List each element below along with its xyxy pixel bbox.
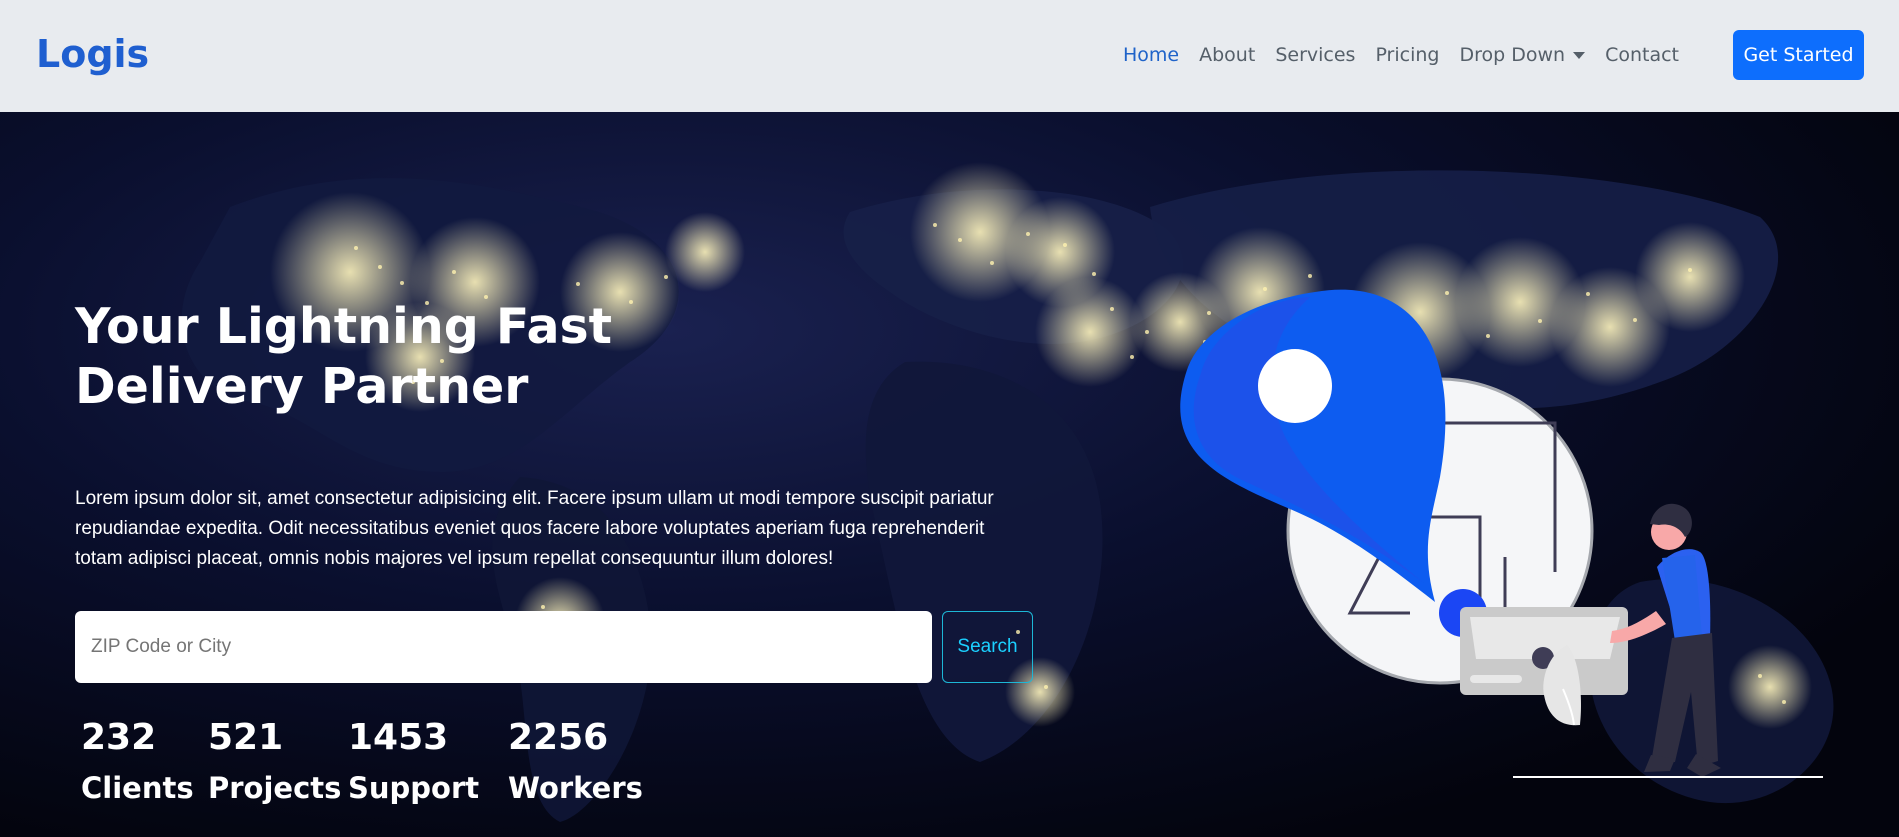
nav-drop-down-label: Drop Down [1459,44,1566,66]
hero-section: Your Lightning Fast Delivery Partner Lor… [0,112,1899,837]
stat-label: Support [348,771,480,805]
nav-services[interactable]: Services [1275,44,1355,66]
hero-content: Your Lightning Fast Delivery Partner Lor… [75,297,1075,805]
stat-value: 2256 [508,717,609,758]
hero-title-line-2: Delivery Partner [75,358,529,415]
main-nav: Home About Services Pricing Drop Down Co… [1123,44,1679,66]
search-button[interactable]: Search [942,611,1033,683]
logo[interactable]: Logis [36,32,149,76]
stat-label: Projects [208,771,342,805]
stat-value: 232 [81,717,157,758]
nav-contact[interactable]: Contact [1605,44,1679,66]
stat-label: Workers [508,771,643,805]
delivery-illustration [1180,289,1823,778]
stat-projects: 521 Projects [208,718,341,806]
stats: 232 Clients 521 Projects 1453 Support 22… [75,718,775,837]
search-form: Search [75,611,1035,683]
hero-description: Lorem ipsum dolor sit, amet consectetur … [75,488,994,569]
nav-drop-down[interactable]: Drop Down [1459,44,1586,66]
hero-title: Your Lightning Fast Delivery Partner [75,297,1075,417]
nav-home[interactable]: Home [1123,44,1179,66]
nav-pricing[interactable]: Pricing [1375,44,1439,66]
stat-value: 1453 [348,717,449,758]
nav-about[interactable]: About [1199,44,1255,66]
zip-code-input[interactable] [75,611,932,683]
stat-workers: 2256 Workers [508,718,643,806]
hero-title-line-1: Your Lightning Fast [75,298,613,355]
get-started-button[interactable]: Get Started [1733,30,1864,80]
site-header: Logis Home About Services Pricing Drop D… [0,0,1899,112]
stat-clients: 232 Clients [81,718,194,806]
dropdown-caret-icon [1573,52,1586,59]
stat-label: Clients [81,771,194,805]
stat-value: 521 [208,717,284,758]
stat-support: 1453 Support [348,718,479,806]
